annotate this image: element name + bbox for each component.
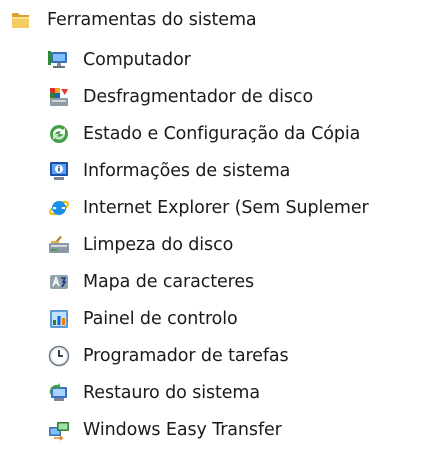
item-label: Mapa de caracteres bbox=[83, 272, 255, 292]
disk-cleanup-icon bbox=[48, 234, 70, 256]
easy-transfer-icon bbox=[48, 419, 70, 441]
folder-ferramentas-do-sistema[interactable]: Ferramentas do sistema bbox=[10, 4, 257, 36]
list-item-limpeza-disco[interactable]: Limpeza do disco bbox=[48, 229, 233, 261]
folder-label: Ferramentas do sistema bbox=[47, 10, 257, 30]
computer-icon bbox=[48, 49, 70, 71]
item-label: Desfragmentador de disco bbox=[83, 87, 314, 107]
list-item-estado-configuracao-copia[interactable]: Estado e Configuração da Cópia bbox=[48, 118, 360, 150]
list-item-windows-easy-transfer[interactable]: Windows Easy Transfer bbox=[48, 414, 282, 446]
list-item-computador[interactable]: Computador bbox=[48, 44, 191, 76]
start-menu-folder-tree: Ferramentas do sistema Computador Desfra… bbox=[0, 0, 430, 457]
defragmenter-icon bbox=[48, 86, 70, 108]
list-item-painel-controlo[interactable]: Painel de controlo bbox=[48, 303, 238, 335]
list-item-restauro-sistema[interactable]: Restauro do sistema bbox=[48, 377, 260, 409]
item-label: Computador bbox=[83, 50, 191, 70]
item-label: Estado e Configuração da Cópia bbox=[83, 124, 361, 144]
item-label: Painel de controlo bbox=[83, 309, 238, 329]
internet-explorer-icon bbox=[48, 197, 70, 219]
item-label: Informações de sistema bbox=[83, 161, 291, 181]
item-label: Windows Easy Transfer bbox=[83, 420, 282, 440]
item-label: Internet Explorer (Sem Suplemer bbox=[83, 198, 369, 218]
list-item-desfragmentador[interactable]: Desfragmentador de disco bbox=[48, 81, 313, 113]
item-label: Programador de tarefas bbox=[83, 346, 289, 366]
item-label: Restauro do sistema bbox=[83, 383, 260, 403]
folder-icon bbox=[10, 9, 32, 31]
control-panel-icon bbox=[48, 308, 70, 330]
system-restore-icon bbox=[48, 382, 70, 404]
list-item-mapa-caracteres[interactable]: Mapa de caracteres bbox=[48, 266, 254, 298]
list-item-programador-tarefas[interactable]: Programador de tarefas bbox=[48, 340, 289, 372]
backup-status-icon bbox=[48, 123, 70, 145]
list-item-internet-explorer[interactable]: Internet Explorer (Sem Suplemer bbox=[48, 192, 369, 224]
system-information-icon bbox=[48, 160, 70, 182]
list-item-informacoes-sistema[interactable]: Informações de sistema bbox=[48, 155, 290, 187]
item-label: Limpeza do disco bbox=[83, 235, 234, 255]
task-scheduler-icon bbox=[48, 345, 70, 367]
character-map-icon bbox=[48, 271, 70, 293]
